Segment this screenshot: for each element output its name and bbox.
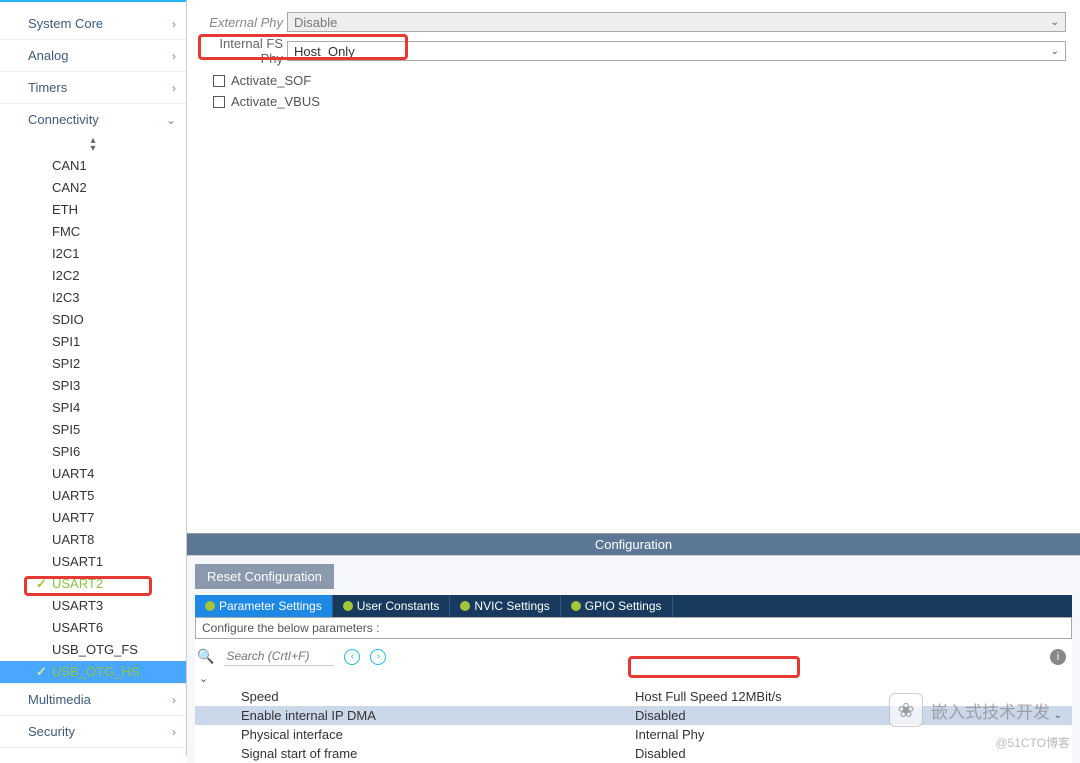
external-phy-value: Disable (294, 15, 337, 30)
category-connectivity[interactable]: Connectivity ⌄ (0, 104, 186, 135)
sidebar-item-spi2[interactable]: SPI2 (0, 353, 186, 375)
sidebar-item-fmc[interactable]: FMC (0, 221, 186, 243)
sidebar-item-i2c1[interactable]: I2C1 (0, 243, 186, 265)
category-label: Connectivity (28, 112, 99, 127)
param-name: Speed (195, 689, 635, 704)
activate-vbus-row[interactable]: Activate_VBUS (201, 91, 1066, 112)
param-value[interactable]: Disabled⌄ (635, 708, 1072, 723)
tab-user-constants[interactable]: User Constants (333, 595, 451, 617)
tab-nvic-settings[interactable]: NVIC Settings (450, 595, 560, 617)
category-label: Multimedia (28, 692, 91, 707)
external-phy-row: External Phy Disable ⌄ (201, 12, 1066, 32)
param-name: Physical interface (195, 727, 635, 742)
category-label: Analog (28, 48, 68, 63)
chevron-right-icon: › (172, 693, 176, 707)
status-dot-icon (460, 601, 470, 611)
param-value[interactable]: Host Full Speed 12MBit/s (635, 689, 1072, 704)
param-name: Enable internal IP DMA (195, 708, 635, 723)
chevron-right-icon: › (172, 725, 176, 739)
chevron-down-icon: ⌄ (166, 113, 176, 127)
param-row[interactable]: SpeedHost Full Speed 12MBit/s (195, 687, 1072, 706)
checkbox-icon[interactable] (213, 96, 225, 108)
main-panel: External Phy Disable ⌄ Internal FS Phy H… (187, 0, 1080, 763)
tab-gpio-settings[interactable]: GPIO Settings (561, 595, 673, 617)
category-security[interactable]: Security › (0, 716, 186, 748)
group-collapse-icon[interactable]: ⌄ (195, 672, 1072, 687)
search-icon[interactable]: 🔍 (197, 648, 214, 665)
parameter-table: SpeedHost Full Speed 12MBit/sEnable inte… (195, 687, 1072, 763)
category-multimedia[interactable]: Multimedia › (0, 683, 186, 716)
external-phy-label: External Phy (201, 15, 287, 30)
info-icon[interactable]: i (1050, 649, 1066, 665)
chevron-down-icon: ⌄ (1051, 46, 1059, 57)
category-label: System Core (28, 16, 103, 31)
status-dot-icon (571, 601, 581, 611)
sidebar-item-spi5[interactable]: SPI5 (0, 419, 186, 441)
internal-phy-select[interactable]: Host_Only ⌄ (287, 41, 1066, 61)
external-phy-select: Disable ⌄ (287, 12, 1066, 32)
chevron-right-icon: › (172, 17, 176, 31)
status-dot-icon (205, 601, 215, 611)
mode-area: External Phy Disable ⌄ Internal FS Phy H… (187, 0, 1080, 120)
sidebar-item-usb_otg_fs[interactable]: USB_OTG_FS (0, 639, 186, 661)
sidebar-item-spi4[interactable]: SPI4 (0, 397, 186, 419)
sidebar-item-i2c2[interactable]: I2C2 (0, 265, 186, 287)
status-dot-icon (343, 601, 353, 611)
sidebar-item-can2[interactable]: CAN2 (0, 177, 186, 199)
checkbox-icon[interactable] (213, 75, 225, 87)
configuration-header: Configuration (187, 533, 1080, 555)
sidebar-item-sdio[interactable]: SDIO (0, 309, 186, 331)
chevron-down-icon: ⌄ (1054, 710, 1062, 721)
tab-parameter-settings[interactable]: Parameter Settings (195, 595, 333, 617)
search-input[interactable] (224, 647, 334, 666)
sidebar-item-spi3[interactable]: SPI3 (0, 375, 186, 397)
reset-configuration-button[interactable]: Reset Configuration (195, 564, 334, 589)
sidebar-item-spi1[interactable]: SPI1 (0, 331, 186, 353)
sidebar-tabstrip (0, 0, 186, 2)
config-description: Configure the below parameters : (195, 617, 1072, 639)
sidebar-item-usb_otg_hs[interactable]: USB_OTG_HS (0, 661, 186, 683)
sidebar-item-uart5[interactable]: UART5 (0, 485, 186, 507)
sidebar-item-usart6[interactable]: USART6 (0, 617, 186, 639)
sidebar-item-uart4[interactable]: UART4 (0, 463, 186, 485)
param-name: Signal start of frame (195, 746, 635, 761)
search-next-icon[interactable]: › (370, 649, 386, 665)
activate-sof-label: Activate_SOF (231, 73, 311, 88)
credit-text: @51CTO博客 (995, 734, 1070, 751)
sidebar-item-can1[interactable]: CAN1 (0, 155, 186, 177)
param-row[interactable]: Signal start of frameDisabled (195, 744, 1072, 763)
activate-sof-row[interactable]: Activate_SOF (201, 70, 1066, 91)
internal-phy-row: Internal FS Phy Host_Only ⌄ (201, 36, 1066, 66)
sidebar-item-uart8[interactable]: UART8 (0, 529, 186, 551)
sidebar-item-eth[interactable]: ETH (0, 199, 186, 221)
param-row[interactable]: Physical interfaceInternal Phy (195, 725, 1072, 744)
sidebar-item-usart3[interactable]: USART3 (0, 595, 186, 617)
search-prev-icon[interactable]: ‹ (344, 649, 360, 665)
category-computing[interactable]: Computing › (0, 748, 186, 756)
sidebar-item-spi6[interactable]: SPI6 (0, 441, 186, 463)
category-label: Timers (28, 80, 67, 95)
sidebar: System Core › Analog › Timers › Connecti… (0, 0, 187, 756)
activate-vbus-label: Activate_VBUS (231, 94, 320, 109)
chevron-right-icon: › (172, 49, 176, 63)
param-row[interactable]: Enable internal IP DMADisabled⌄ (195, 706, 1072, 725)
search-row: 🔍 ‹ › i (195, 639, 1072, 672)
category-system-core[interactable]: System Core › (0, 8, 186, 40)
internal-phy-label: Internal FS Phy (201, 36, 287, 66)
sidebar-item-i2c3[interactable]: I2C3 (0, 287, 186, 309)
sidebar-item-uart7[interactable]: UART7 (0, 507, 186, 529)
chevron-down-icon: ⌄ (1051, 17, 1059, 28)
sort-icon[interactable]: ▴▾ (0, 135, 186, 155)
sidebar-item-usart1[interactable]: USART1 (0, 551, 186, 573)
category-label: Security (28, 724, 75, 739)
configuration-body: Reset Configuration Parameter SettingsUs… (187, 555, 1080, 763)
chevron-right-icon: › (172, 81, 176, 95)
category-timers[interactable]: Timers › (0, 72, 186, 104)
category-analog[interactable]: Analog › (0, 40, 186, 72)
config-tabs: Parameter SettingsUser ConstantsNVIC Set… (195, 595, 1072, 617)
sidebar-item-usart2[interactable]: USART2 (0, 573, 186, 595)
internal-phy-value: Host_Only (294, 44, 355, 59)
